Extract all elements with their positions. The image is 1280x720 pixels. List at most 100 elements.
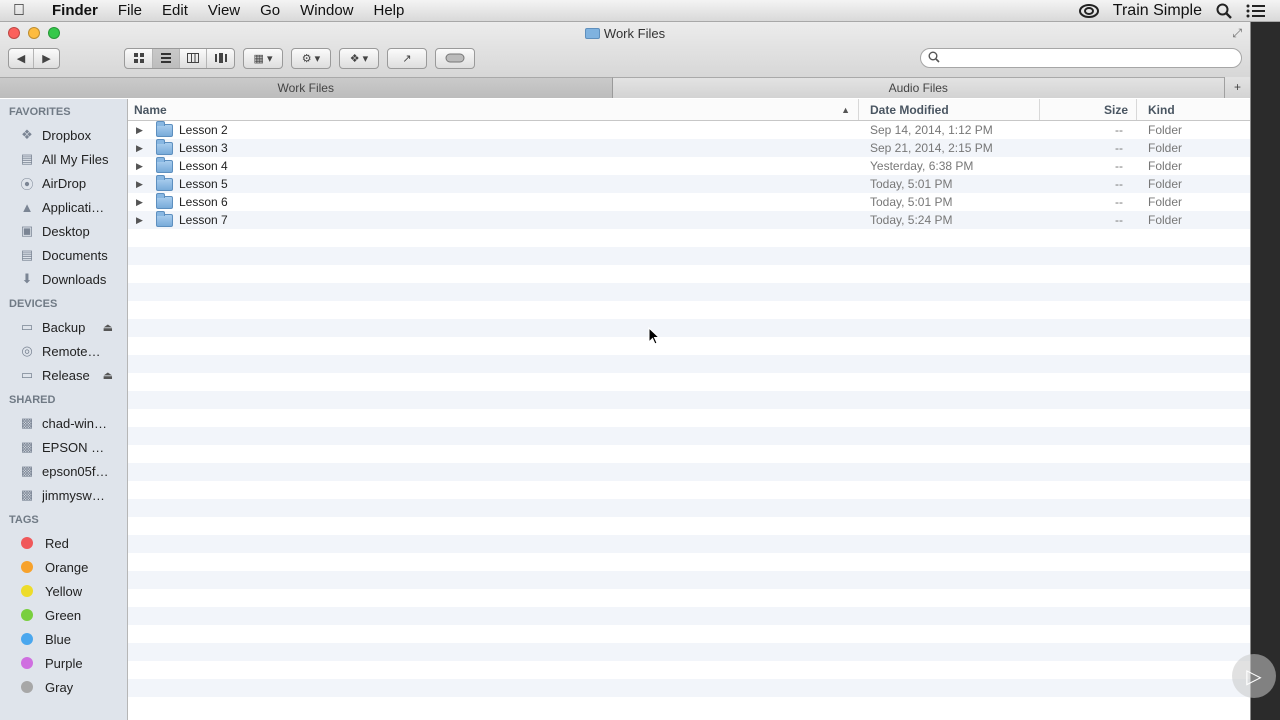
icon-view-icon <box>133 53 144 63</box>
play-icon[interactable]: ▷ <box>1232 654 1276 698</box>
share-button[interactable]: ↗ <box>387 47 427 69</box>
menu-help[interactable]: Help <box>364 2 415 19</box>
empty-row <box>128 589 1250 607</box>
disclosure-triangle-icon[interactable]: ▶ <box>136 197 148 208</box>
fullscreen-icon[interactable]: ⤢ <box>1232 26 1242 41</box>
sidebar-item-tag-purple[interactable]: Purple <box>0 651 127 675</box>
sidebar-item-tag-blue[interactable]: Blue <box>0 627 127 651</box>
tags-button[interactable] <box>435 47 475 69</box>
notification-list-icon[interactable] <box>1246 3 1266 19</box>
disclosure-triangle-icon[interactable]: ▶ <box>136 215 148 226</box>
title-bar: Work Files ⤢ ◀ ▶ ▦ ▾ ⚙ ▾ ❖ ▾ ↗ Work File… <box>0 22 1250 98</box>
add-tab-button[interactable]: + <box>1224 77 1250 98</box>
view-mode-buttons <box>124 47 235 69</box>
sidebar-item-tag-green[interactable]: Green <box>0 603 127 627</box>
computer-icon: ▩ <box>20 487 34 502</box>
sidebar-item-downloads[interactable]: ⬇ Downloads <box>0 267 127 291</box>
sidebar-item-tag-gray[interactable]: Gray <box>0 675 127 699</box>
arrange-button[interactable]: ▦ ▾ <box>243 47 283 69</box>
empty-row <box>128 661 1250 679</box>
sidebar-item-shared[interactable]: ▩ EPSON W… <box>0 435 127 459</box>
empty-row <box>128 319 1250 337</box>
sidebar-item-label: Orange <box>45 559 89 575</box>
back-button[interactable]: ◀ <box>9 48 34 68</box>
sidebar-item-shared[interactable]: ▩ chad-win… <box>0 411 127 435</box>
row-name: ▶ Lesson 3 <box>128 138 859 155</box>
sidebar-item-label: Gray <box>45 679 74 695</box>
arrange-icon: ▦ ▾ <box>253 52 273 65</box>
eject-icon[interactable]: ⏏ <box>103 369 113 382</box>
menu-view[interactable]: View <box>198 2 250 19</box>
table-row[interactable]: ▶ Lesson 5 Today, 5:01 PM -- Folder <box>128 174 1250 193</box>
sidebar-item-airdrop[interactable]: ⦿ AirDrop <box>0 171 127 195</box>
sidebar-item-tag-yellow[interactable]: Yellow <box>0 579 127 603</box>
sidebar-item-shared[interactable]: ▩ jimmysw… <box>0 483 127 507</box>
coverflow-view-button[interactable] <box>207 49 234 68</box>
column-header-date[interactable]: Date Modified <box>859 99 1040 120</box>
sidebar-item-backup[interactable]: ▭ Backup ⏏ <box>0 315 127 339</box>
empty-row <box>128 697 1250 715</box>
sidebar-item-shared[interactable]: ▩ epson05f… <box>0 459 127 483</box>
action-button[interactable]: ⚙ ▾ <box>291 47 331 69</box>
row-date: Sep 14, 2014, 1:12 PM <box>870 123 993 137</box>
row-size: -- <box>1115 123 1123 137</box>
search-field[interactable] <box>920 48 1242 68</box>
sidebar-item-remote-disc[interactable]: ◎ Remote… <box>0 339 127 363</box>
disclosure-triangle-icon[interactable]: ▶ <box>136 179 148 190</box>
tab-work-files[interactable]: Work Files <box>0 77 613 98</box>
column-header-name[interactable]: Name ▲ <box>128 99 859 120</box>
documents-icon: ▤ <box>20 247 34 262</box>
sidebar-item-applications[interactable]: ▲ Applicati… <box>0 195 127 219</box>
menu-file[interactable]: File <box>108 2 152 19</box>
column-header-size[interactable]: Size <box>1040 99 1137 120</box>
tab-audio-files[interactable]: Audio Files <box>612 77 1224 98</box>
tag-color-dot-icon <box>21 657 33 669</box>
forward-button[interactable]: ▶ <box>34 49 59 68</box>
sidebar-header-tags: TAGS <box>9 514 39 526</box>
sidebar-item-documents[interactable]: ▤ Documents <box>0 243 127 267</box>
eject-icon[interactable]: ⏏ <box>103 321 113 334</box>
sidebar-item-tag-orange[interactable]: Orange <box>0 555 127 579</box>
sidebar-item-dropbox[interactable]: ❖ Dropbox <box>0 123 127 147</box>
table-row[interactable]: ▶ Lesson 6 Today, 5:01 PM -- Folder <box>128 192 1250 211</box>
tag-list: Red Orange Yellow Green Blue Purple Gray <box>0 531 127 699</box>
icon-view-button[interactable] <box>125 48 153 68</box>
empty-row <box>128 679 1250 697</box>
disclosure-triangle-icon[interactable]: ▶ <box>136 161 148 172</box>
column-header-kind[interactable]: Kind <box>1137 99 1250 120</box>
user-name[interactable]: Train Simple <box>1113 2 1202 20</box>
table-row[interactable]: ▶ Lesson 2 Sep 14, 2014, 1:12 PM -- Folder <box>128 120 1250 139</box>
table-row[interactable]: ▶ Lesson 4 Yesterday, 6:38 PM -- Folder <box>128 156 1250 175</box>
sidebar-header-favorites: FAVORITES <box>9 106 71 118</box>
row-kind: Folder <box>1148 123 1183 137</box>
column-view-icon <box>187 53 199 63</box>
table-row[interactable]: ▶ Lesson 7 Today, 5:24 PM -- Folder <box>128 210 1250 229</box>
sidebar-item-release[interactable]: ▭ Release ⏏ <box>0 363 127 387</box>
sidebar-item-tag-red[interactable]: Red <box>0 531 127 555</box>
nav-buttons: ◀ ▶ <box>8 47 60 69</box>
sidebar-item-all-my-files[interactable]: ▤ All My Files <box>0 147 127 171</box>
menu-go[interactable]: Go <box>250 2 290 19</box>
row-kind: Folder <box>1148 213 1183 227</box>
dropbox-toolbar-button[interactable]: ❖ ▾ <box>339 47 379 69</box>
empty-row <box>128 571 1250 589</box>
empty-row <box>128 625 1250 643</box>
list-view-button[interactable] <box>153 48 180 68</box>
table-row[interactable]: ▶ Lesson 3 Sep 21, 2014, 2:15 PM -- Folder <box>128 138 1250 157</box>
menu-edit[interactable]: Edit <box>152 2 198 19</box>
row-name-text: Lesson 7 <box>179 213 228 227</box>
column-view-button[interactable] <box>180 48 207 68</box>
creative-cloud-icon[interactable] <box>1078 3 1099 18</box>
disclosure-triangle-icon[interactable]: ▶ <box>136 125 148 136</box>
desktop-icon: ▣ <box>20 223 34 238</box>
sidebar-item-desktop[interactable]: ▣ Desktop <box>0 219 127 243</box>
empty-row <box>128 265 1250 283</box>
spotlight-icon[interactable] <box>1216 3 1232 19</box>
apple-icon[interactable]:  <box>0 2 38 20</box>
row-size: -- <box>1115 195 1123 209</box>
disclosure-triangle-icon[interactable]: ▶ <box>136 143 148 154</box>
empty-row <box>128 553 1250 571</box>
search-input[interactable] <box>945 51 1225 65</box>
menu-window[interactable]: Window <box>290 2 363 19</box>
menu-app-finder[interactable]: Finder <box>38 2 108 19</box>
